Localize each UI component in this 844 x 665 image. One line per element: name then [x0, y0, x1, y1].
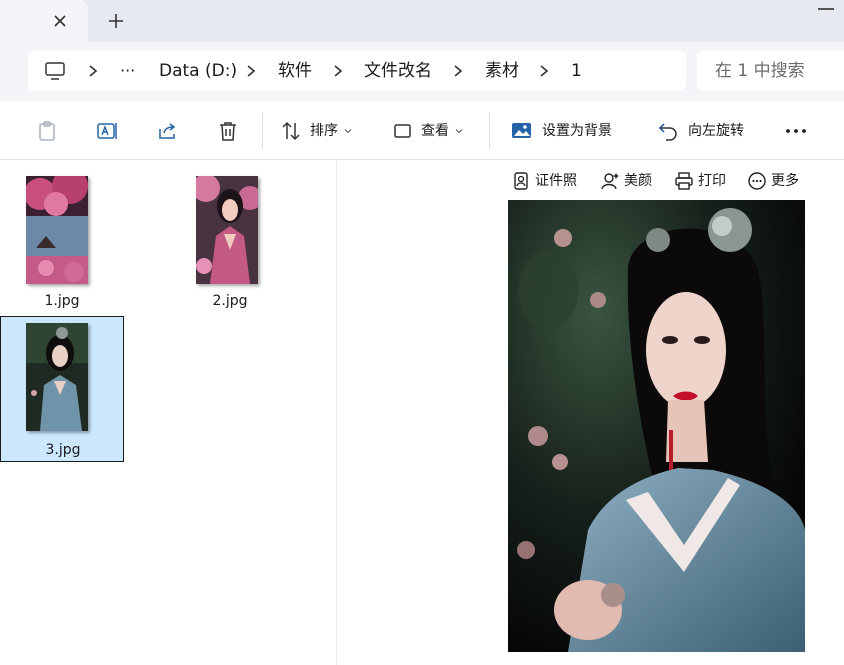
- view-button[interactable]: 查看: [393, 115, 463, 147]
- sort-icon: [282, 121, 300, 141]
- more-label: 更多: [771, 173, 799, 189]
- print-button[interactable]: 打印: [674, 170, 726, 192]
- rotate-left-button[interactable]: 向左旋转: [656, 115, 744, 147]
- file-list: 1.jpg 2.jpg 3.jpg: [0, 160, 337, 665]
- file-explorer-window: ··· Data (D:) 软件 文件改名 素材 1 在 1 中搜索 排序 查看…: [0, 0, 844, 665]
- delete-icon: [220, 122, 236, 141]
- chevron-right-icon[interactable]: [331, 63, 345, 79]
- more-button[interactable]: 更多: [747, 170, 799, 192]
- id-photo-label: 证件照: [535, 173, 577, 189]
- delete-button[interactable]: [217, 115, 239, 147]
- paste-button[interactable]: [36, 115, 58, 147]
- more-options-button[interactable]: [784, 115, 808, 147]
- share-button[interactable]: [157, 115, 179, 147]
- chevron-right-icon[interactable]: [537, 63, 551, 79]
- file-name: 2.jpg: [212, 293, 248, 309]
- file-item[interactable]: 2.jpg: [168, 162, 292, 309]
- minimize-button[interactable]: [818, 8, 834, 10]
- rename-button[interactable]: [96, 115, 120, 147]
- wallpaper-icon: [512, 123, 531, 138]
- beauty-icon: [601, 173, 619, 190]
- tab-strip: [0, 0, 844, 42]
- share-icon: [159, 123, 176, 139]
- id-photo-icon: [514, 172, 528, 190]
- rename-icon: [97, 123, 117, 139]
- breadcrumb-current[interactable]: 1: [571, 60, 582, 82]
- command-bar: 排序 查看 设置为背景 向左旋转: [0, 101, 844, 160]
- print-label: 打印: [698, 173, 726, 189]
- chevron-right-icon[interactable]: [86, 63, 100, 79]
- sort-label: 排序: [310, 123, 338, 139]
- preview-pane: 证件照 美颜 打印 更多: [338, 160, 844, 665]
- file-name: 3.jpg: [45, 442, 81, 458]
- address-bar[interactable]: ··· Data (D:) 软件 文件改名 素材 1: [28, 51, 686, 91]
- more-icon: [786, 129, 806, 133]
- file-item-selected[interactable]: 3.jpg: [0, 316, 124, 462]
- chevron-down-icon: [455, 129, 463, 134]
- breadcrumb-drive[interactable]: Data (D:): [159, 60, 237, 82]
- paste-icon: [39, 121, 55, 141]
- chevron-down-icon: [344, 129, 352, 134]
- set-background-button[interactable]: 设置为背景: [510, 115, 612, 147]
- sort-button[interactable]: 排序: [280, 115, 352, 147]
- search-placeholder: 在 1 中搜索: [715, 61, 805, 81]
- chevron-right-icon[interactable]: [451, 63, 465, 79]
- view-icon: [394, 124, 411, 138]
- toolbar-divider: [262, 113, 263, 149]
- thumbnail-1-image: [26, 176, 88, 284]
- tab-current[interactable]: [0, 0, 88, 42]
- thumbnail-3-image: [26, 323, 88, 431]
- preview-image: [508, 200, 805, 652]
- breadcrumb-material[interactable]: 素材: [485, 60, 519, 82]
- rotate-left-label: 向左旋转: [688, 123, 744, 139]
- plus-icon[interactable]: [106, 11, 126, 31]
- beauty-label: 美颜: [624, 173, 652, 189]
- print-icon: [675, 172, 693, 190]
- address-row: ··· Data (D:) 软件 文件改名 素材 1 在 1 中搜索: [0, 42, 844, 101]
- chevron-right-icon[interactable]: [244, 63, 258, 79]
- file-name: 1.jpg: [44, 293, 80, 309]
- breadcrumb-rename[interactable]: 文件改名: [364, 60, 432, 82]
- beauty-button[interactable]: 美颜: [600, 170, 652, 192]
- view-label: 查看: [421, 123, 449, 139]
- breadcrumb-software[interactable]: 软件: [278, 60, 312, 82]
- breadcrumb-overflow[interactable]: ···: [120, 60, 135, 82]
- computer-icon[interactable]: [44, 61, 66, 81]
- set-background-label: 设置为背景: [542, 123, 612, 139]
- search-input[interactable]: 在 1 中搜索: [697, 51, 844, 91]
- toolbar-divider: [489, 113, 490, 149]
- thumbnail-2-image: [196, 176, 258, 284]
- more-circle-icon: [748, 172, 766, 190]
- id-photo-button[interactable]: 证件照: [511, 170, 577, 192]
- rotate-left-icon: [658, 123, 677, 141]
- file-item[interactable]: 1.jpg: [0, 162, 124, 309]
- close-icon[interactable]: [50, 11, 70, 31]
